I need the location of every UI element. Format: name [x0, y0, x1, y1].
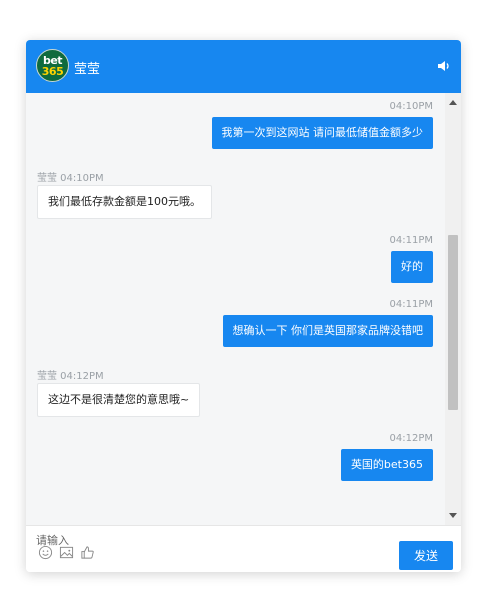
scroll-down-arrow-icon[interactable] [449, 513, 457, 518]
image-icon[interactable] [59, 545, 74, 560]
outgoing-message: 我第一次到这网站 请问最低储值金额多少 [211, 117, 433, 149]
message-scrollbar[interactable] [445, 93, 461, 525]
scroll-thumb[interactable] [448, 235, 458, 410]
outgoing-message: 英国的bet365 [340, 449, 433, 481]
speaker-icon[interactable] [437, 59, 451, 73]
incoming-message: 我们最低存款金额是100元哦。 [37, 185, 212, 219]
logo-line1: bet [42, 53, 63, 67]
send-button[interactable]: 发送 [399, 541, 453, 570]
message-time: 04:11PM [389, 235, 433, 246]
outgoing-message: 好的 [391, 251, 433, 283]
chat-window: bet 365 莹莹 04:10PM 我第一次到这网站 请问最低储值金额多少 莹… [26, 40, 461, 572]
thumbs-up-icon[interactable] [80, 545, 95, 560]
composer-tools [38, 545, 95, 560]
message-time: 04:11PM [389, 299, 433, 310]
message-list: 04:10PM 我第一次到这网站 请问最低储值金额多少 莹莹 04:10PM 我… [26, 93, 461, 525]
agent-name: 莹莹 [74, 62, 101, 77]
bet365-logo: bet 365 [36, 49, 69, 82]
logo-line2: 365 [41, 64, 64, 78]
scroll-up-arrow-icon[interactable] [449, 100, 457, 105]
incoming-message: 这边不是很清楚您的意思哦~ [37, 383, 201, 417]
message-time: 04:10PM [389, 101, 433, 112]
message-time: 04:12PM [389, 433, 433, 444]
message-time: 莹莹 04:10PM [37, 173, 104, 184]
outgoing-message: 想确认一下 你们是英国那家品牌没错吧 [222, 315, 433, 347]
emoji-icon[interactable] [38, 545, 53, 560]
chat-header: bet 365 莹莹 [26, 40, 461, 93]
message-time: 莹莹 04:12PM [37, 371, 104, 382]
